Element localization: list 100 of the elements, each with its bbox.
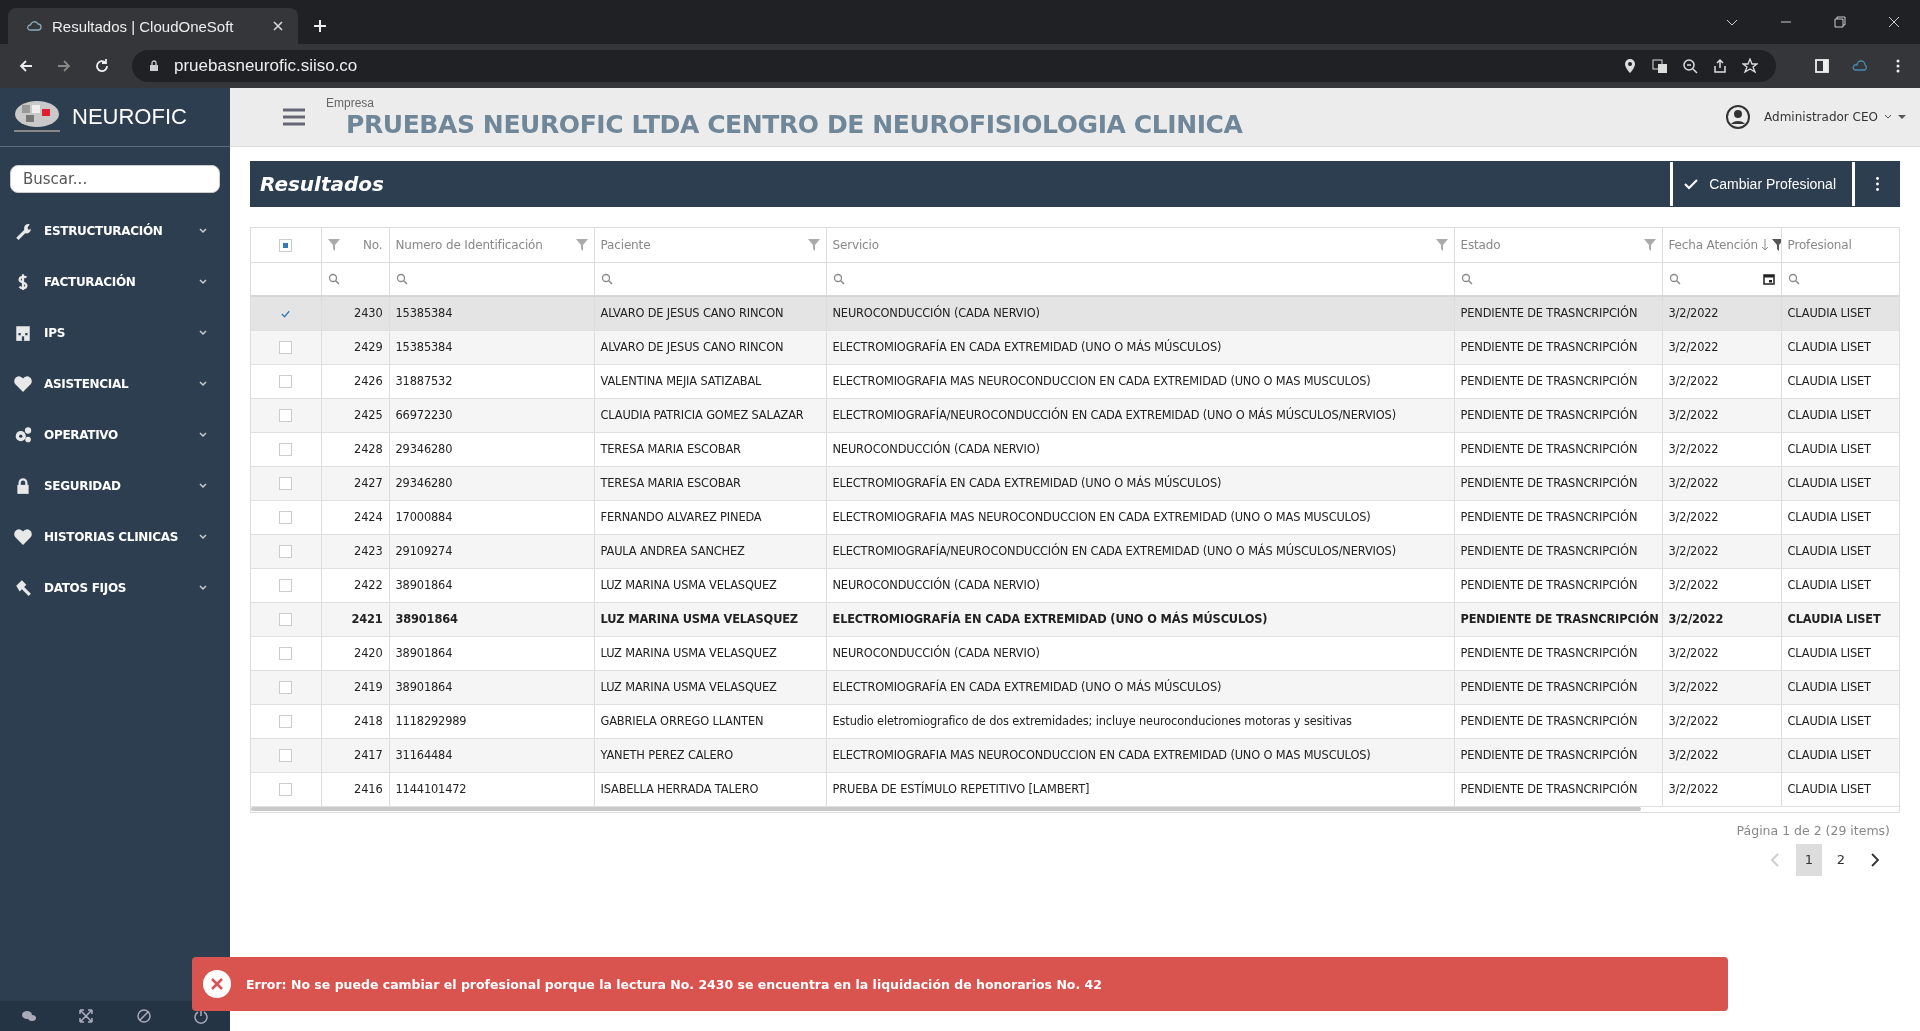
menu-item[interactable]: ESTRUCTURACIÓN: [0, 205, 230, 256]
error-icon: [202, 969, 232, 999]
table-cell: 2426: [321, 364, 389, 398]
location-icon[interactable]: [1622, 58, 1638, 74]
side-panel-icon[interactable]: [1814, 58, 1830, 74]
menu-item[interactable]: ASISTENCIAL: [0, 358, 230, 409]
restore-icon[interactable]: [1834, 16, 1846, 28]
table-cell: 15385384: [389, 296, 594, 330]
table-cell: 2419: [321, 670, 389, 704]
table-cell: PENDIENTE DE TRASNCRIPCIÓN: [1454, 738, 1662, 772]
menu-icon[interactable]: [282, 107, 306, 127]
row-checkbox[interactable]: [279, 647, 293, 660]
column-header[interactable]: Fecha Atención: [1668, 237, 1758, 252]
table-cell: 1118292989: [389, 704, 594, 738]
power-icon[interactable]: [193, 1008, 210, 1024]
column-header[interactable]: No.: [343, 237, 383, 252]
chevron-down-icon: [198, 429, 208, 440]
row-checkbox[interactable]: [279, 681, 293, 694]
row-checkbox[interactable]: [279, 579, 293, 592]
forward-icon[interactable]: [56, 58, 72, 74]
column-header[interactable]: Numero de Identificación: [395, 237, 572, 252]
fullscreen-icon[interactable]: [78, 1008, 95, 1024]
search-field[interactable]: Buscar...: [10, 165, 220, 193]
more-icon: [1876, 177, 1879, 191]
back-icon[interactable]: [18, 58, 34, 74]
menu-item[interactable]: OPERATIVO: [0, 409, 230, 460]
close-icon[interactable]: [1888, 16, 1900, 28]
row-checkbox[interactable]: [279, 375, 293, 388]
reload-icon[interactable]: [94, 58, 110, 74]
table-cell: PENDIENTE DE TRASNCRIPCIÓN: [1454, 704, 1662, 738]
hammer-icon: [14, 578, 32, 597]
table-cell: ELECTROMIOGRAFIA MAS NEUROCONDUCCION EN CADA EXTREMIDAD (UNO O MAS MUSCULOS): [826, 738, 1454, 772]
table-cell: PENDIENTE DE TRASNCRIPCIÓN: [1454, 602, 1662, 636]
table-cell: 66972230: [389, 398, 594, 432]
row-checkbox[interactable]: [279, 613, 293, 626]
menu-item[interactable]: HISTORIAS CLINICAS: [0, 511, 230, 562]
row-checkbox[interactable]: [279, 715, 293, 728]
table-cell: 3/2/2022: [1662, 670, 1781, 704]
menu-item[interactable]: IPS: [0, 307, 230, 358]
table-cell: CLAUDIA LISET: [1781, 670, 1899, 704]
calendar-icon[interactable]: [1762, 272, 1775, 285]
zoom-icon[interactable]: [1682, 58, 1698, 74]
cloud-icon[interactable]: [1852, 58, 1868, 74]
table-cell: Estudio eletromiografico de dos extremidades; incluye neuroconduciones motoras y sesitivas: [826, 704, 1454, 738]
brand-name: NEUROFIC: [72, 104, 187, 130]
filter-icon[interactable]: [1772, 238, 1780, 251]
share-icon[interactable]: [1712, 58, 1728, 74]
menu-item[interactable]: SEGURIDAD: [0, 460, 230, 511]
table-cell: 3/2/2022: [1662, 432, 1781, 466]
translate-icon[interactable]: [1652, 58, 1668, 74]
table-cell: TERESA MARIA ESCOBAR: [594, 432, 826, 466]
table-cell: 3/2/2022: [1662, 466, 1781, 500]
error-message: Error: No se puede cambiar el profesional porque la lectura No. 2430 se encuentra en la liquidación de honorarios No. 42: [246, 976, 1102, 992]
close-icon[interactable]: [272, 20, 284, 32]
row-checkbox[interactable]: [279, 443, 293, 456]
filter-field[interactable]: [1668, 272, 1775, 285]
column-header[interactable]: Profesional: [1787, 237, 1895, 252]
column-header[interactable]: Estado: [1460, 237, 1640, 252]
company-name: PRUEBAS NEUROFIC LTDA CENTRO DE NEUROFISIOLOGIA CLINICA: [346, 109, 1243, 139]
menu-item[interactable]: FACTURACIÓN: [0, 256, 230, 307]
row-checkbox[interactable]: [279, 749, 293, 762]
table-cell: 2424: [321, 500, 389, 534]
row-checkbox[interactable]: [279, 783, 293, 796]
sort-arrow-icon[interactable]: [1762, 238, 1768, 251]
table-cell: 3/2/2022: [1662, 364, 1781, 398]
chat-icon[interactable]: [20, 1008, 37, 1024]
table-cell: ELECTROMIOGRAFÍA EN CADA EXTREMIDAD (UNO O MÁS MÚSCULOS): [826, 466, 1454, 500]
user-avatar-icon: [1726, 105, 1751, 129]
star-icon[interactable]: [1742, 58, 1758, 74]
page-button[interactable]: 1: [1796, 843, 1822, 876]
chevron-down-icon: [198, 531, 208, 542]
row-checkbox[interactable]: [279, 409, 293, 422]
address-bar[interactable]: pruebasneurofic.siiso.co: [132, 50, 1776, 82]
table-cell: TERESA MARIA ESCOBAR: [594, 466, 826, 500]
table-cell: CLAUDIA LISET: [1781, 500, 1899, 534]
block-icon[interactable]: [135, 1008, 152, 1024]
table-cell: PENDIENTE DE TRASNCRIPCIÓN: [1454, 636, 1662, 670]
table-cell: ISABELLA HERRADA TALERO: [594, 772, 826, 806]
row-checkbox[interactable]: [279, 511, 293, 524]
column-header[interactable]: Servicio: [832, 237, 1432, 252]
user-menu[interactable]: Administrador CEO: [1726, 105, 1906, 129]
row-checkbox[interactable]: [279, 545, 293, 558]
row-checkbox[interactable]: [279, 341, 293, 354]
menu-item[interactable]: DATOS FIJOS: [0, 562, 230, 613]
table-cell: PENDIENTE DE TRASNCRIPCIÓN: [1454, 568, 1662, 602]
table-cell: CLAUDIA LISET: [1781, 330, 1899, 364]
panel-title: Resultados: [260, 172, 384, 196]
table-cell: NEUROCONDUCCIÓN (CADA NERVIO): [826, 296, 1454, 330]
row-checkbox[interactable]: [279, 477, 293, 490]
table-cell: 38901864: [389, 602, 594, 636]
new-tab-icon[interactable]: [312, 18, 328, 34]
table-cell: FERNANDO ALVAREZ PINEDA: [594, 500, 826, 534]
column-header[interactable]: Paciente: [600, 237, 804, 252]
scrollbar-thumb[interactable]: [251, 806, 1641, 811]
table-cell: PENDIENTE DE TRASNCRIPCIÓN: [1454, 296, 1662, 330]
select-all-checkbox[interactable]: [279, 238, 293, 252]
browser-tab[interactable]: Resultados | CloudOneSoft: [8, 8, 298, 44]
next-page-icon[interactable]: [1870, 851, 1880, 868]
page-button[interactable]: 2: [1828, 843, 1854, 876]
table-cell: 17000884: [389, 500, 594, 534]
